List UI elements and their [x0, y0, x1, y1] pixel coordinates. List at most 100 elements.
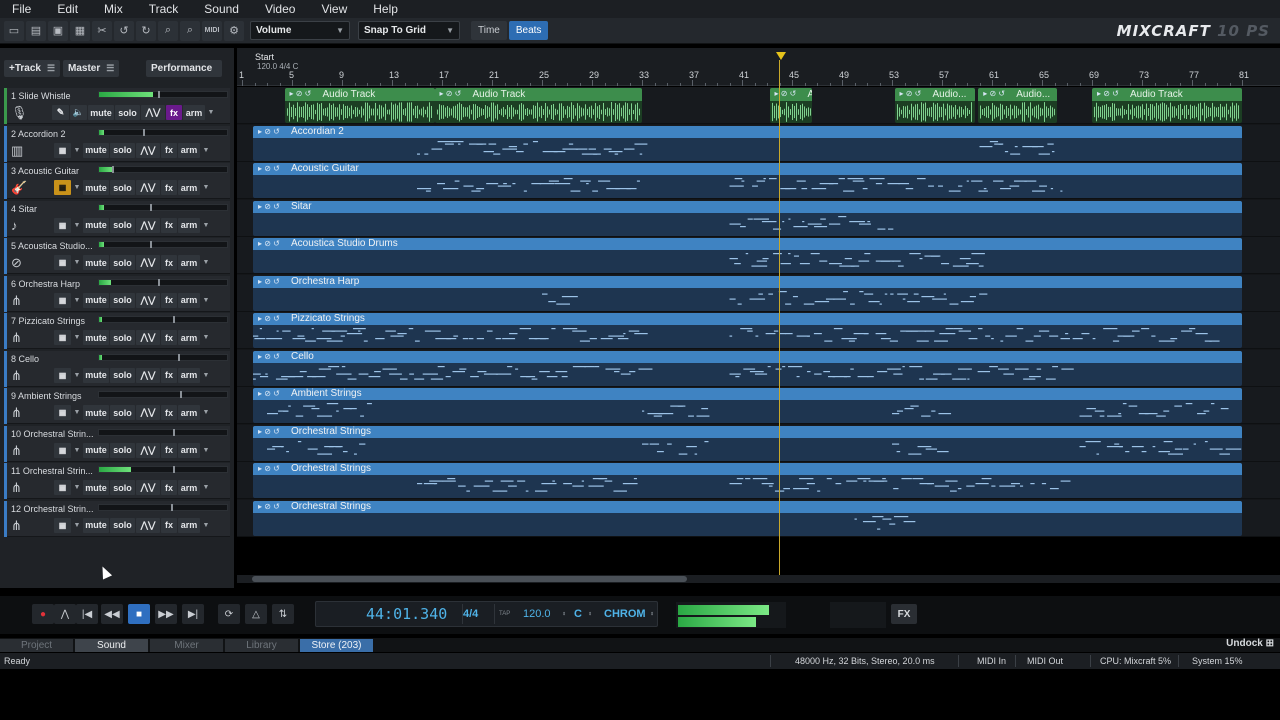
- automation-icon[interactable]: ⋀⋁: [136, 180, 160, 195]
- midi-icon[interactable]: MIDI: [202, 20, 222, 41]
- track-name[interactable]: 6 Orchestra Harp: [11, 279, 93, 289]
- track-header-5[interactable]: 5 Acoustica Studio... ⊘ ▦ ▼ mute solo ⋀⋁…: [4, 238, 230, 274]
- solo-button[interactable]: solo: [110, 367, 135, 383]
- cut-icon[interactable]: ✂: [92, 20, 112, 41]
- open-icon[interactable]: ▤: [26, 20, 46, 41]
- track-name[interactable]: 8 Cello: [11, 354, 93, 364]
- instrument-editor-button[interactable]: ▦: [54, 180, 71, 195]
- mute-button[interactable]: mute: [83, 180, 109, 195]
- mute-button[interactable]: mute: [83, 517, 109, 533]
- scale-display[interactable]: CHROM: [604, 602, 646, 626]
- timeline-ruler[interactable]: Start 120.0 4/4 C 1 5 9 13 17 21 25 29 33 37 41 45 4…: [237, 48, 1280, 86]
- clip-header[interactable]: [253, 388, 1242, 400]
- metronome-icon[interactable]: △: [245, 604, 267, 624]
- menu-edit[interactable]: Edit: [44, 2, 91, 16]
- track-name[interactable]: 1 Slide Whistle: [11, 91, 93, 101]
- track-name[interactable]: 11 Orchestral Strin...: [11, 466, 93, 476]
- key-stepper-icon[interactable]: ⬍: [588, 602, 592, 626]
- loop-icon[interactable]: ⟳: [218, 604, 240, 624]
- volume-slider-handle[interactable]: [157, 91, 160, 98]
- master-fx-button[interactable]: FX: [891, 604, 917, 624]
- automation-icon[interactable]: ⋀⋁: [141, 105, 165, 120]
- chevron-down-icon[interactable]: ▼: [72, 405, 82, 420]
- track-lane-12[interactable]: ▸ ⊘ ↺ Orchestral Strings: [237, 499, 1280, 537]
- fx-button[interactable]: fx: [161, 142, 177, 158]
- chevron-down-icon[interactable]: ▼: [201, 143, 211, 158]
- record-button[interactable]: ●: [32, 604, 54, 624]
- tap-label[interactable]: TAP: [499, 602, 510, 626]
- track-name[interactable]: 12 Orchestral Strin...: [11, 504, 93, 514]
- audio-clip[interactable]: ▸ ⊘ ↺ Audio...: [978, 88, 1057, 123]
- clip-header[interactable]: [253, 200, 1242, 213]
- save-as-icon[interactable]: ▦: [70, 20, 90, 41]
- chevron-down-icon[interactable]: ▼: [201, 518, 211, 533]
- instrument-editor-button[interactable]: ▦: [54, 517, 71, 533]
- mute-button[interactable]: mute: [83, 142, 109, 158]
- menu-view[interactable]: View: [308, 2, 360, 16]
- clip-controls-icon[interactable]: ▸ ⊘ ↺: [900, 88, 922, 100]
- fx-button[interactable]: fx: [166, 105, 182, 120]
- fx-button[interactable]: fx: [161, 217, 177, 233]
- clip-controls-icon[interactable]: ▸ ⊘ ↺: [258, 463, 280, 475]
- mute-button[interactable]: mute: [88, 105, 114, 120]
- track-header-9[interactable]: 9 Ambient Strings ⋔ ▦ ▼ mute solo ⋀⋁ fx …: [4, 388, 230, 424]
- track-header-8[interactable]: 8 Cello ⋔ ▦ ▼ mute solo ⋀⋁ fx arm ▼: [4, 350, 230, 387]
- arm-button[interactable]: arm: [178, 255, 200, 270]
- speaker-icon[interactable]: 🔈: [70, 105, 87, 120]
- instrument-editor-button[interactable]: ▦: [54, 217, 71, 233]
- time-display[interactable]: 44:01.340: [366, 602, 447, 626]
- new-icon[interactable]: ▭: [4, 20, 24, 41]
- clip-header[interactable]: [253, 163, 1242, 175]
- chevron-down-icon[interactable]: ▼: [201, 330, 211, 345]
- clip-header[interactable]: [253, 238, 1242, 250]
- automation-button[interactable]: ⋀: [54, 604, 76, 624]
- add-track-button[interactable]: +Track ☰: [4, 60, 60, 77]
- volume-slider-handle[interactable]: [173, 316, 176, 323]
- track-lane-3[interactable]: ▸ ⊘ ↺ Acoustic Guitar: [237, 162, 1280, 199]
- arm-button[interactable]: arm: [178, 217, 200, 233]
- instrument-editor-button[interactable]: ▦: [54, 292, 71, 308]
- track-lane-2[interactable]: ▸ ⊘ ↺ Accordian 2: [237, 124, 1280, 162]
- arm-button[interactable]: arm: [178, 367, 200, 383]
- track-lane-4[interactable]: ▸ ⊘ ↺ Sitar: [237, 199, 1280, 237]
- track-header-1[interactable]: 1 Slide Whistle 🎙 ✎ 🔈 mute solo ⋀⋁ fx ar…: [4, 88, 230, 124]
- tab-library[interactable]: Library: [225, 639, 298, 652]
- clip-header[interactable]: [253, 350, 1242, 363]
- clip-controls-icon[interactable]: ▸ ⊘ ↺: [440, 88, 462, 100]
- beats-toggle[interactable]: Beats: [508, 21, 549, 40]
- midi-clip[interactable]: ▸ ⊘ ↺ Orchestral Strings: [253, 463, 1242, 498]
- tempo-display[interactable]: 120.0: [523, 602, 551, 626]
- time-signature[interactable]: 4/4: [463, 602, 478, 626]
- fast-forward-button[interactable]: ▶▶: [155, 604, 177, 624]
- solo-button[interactable]: solo: [110, 517, 135, 533]
- go-to-end-button[interactable]: ▶|: [182, 604, 204, 624]
- automation-icon[interactable]: ⋀⋁: [136, 442, 160, 458]
- volume-slider-handle[interactable]: [173, 428, 176, 436]
- parameter-dropdown[interactable]: Volume ▼: [250, 21, 350, 40]
- fx-button[interactable]: fx: [161, 442, 177, 458]
- menu-mix[interactable]: Mix: [91, 2, 136, 16]
- midi-clip[interactable]: ▸ ⊘ ↺ Accordian 2: [253, 125, 1242, 161]
- fx-button[interactable]: fx: [161, 255, 177, 270]
- violin-icon[interactable]: ⋔: [11, 518, 29, 534]
- arm-button[interactable]: arm: [178, 405, 200, 420]
- clip-header[interactable]: [434, 88, 642, 101]
- track-lane-11[interactable]: ▸ ⊘ ↺ Orchestral Strings: [237, 462, 1280, 499]
- automation-icon[interactable]: ⋀⋁: [136, 480, 160, 495]
- solo-button[interactable]: solo: [110, 180, 135, 195]
- mute-button[interactable]: mute: [83, 442, 109, 458]
- settings-icon[interactable]: ⚙: [224, 20, 244, 41]
- midi-clip[interactable]: ▸ ⊘ ↺ Pizzicato Strings: [253, 313, 1242, 348]
- fx-button[interactable]: fx: [161, 330, 177, 345]
- automation-icon[interactable]: ⋀⋁: [136, 142, 160, 158]
- automation-icon[interactable]: ⋀⋁: [136, 517, 160, 533]
- instrument-editor-button[interactable]: ▦: [54, 367, 71, 383]
- chevron-down-icon[interactable]: ▼: [201, 443, 211, 458]
- track-volume-meter[interactable]: [98, 391, 228, 398]
- clip-header[interactable]: [253, 125, 1242, 138]
- track-name[interactable]: 7 Pizzicato Strings: [11, 316, 93, 326]
- zoom-out-icon[interactable]: ⌕: [180, 20, 200, 41]
- track-name[interactable]: 2 Accordion 2: [11, 129, 93, 139]
- automation-icon[interactable]: ⋀⋁: [136, 217, 160, 233]
- chevron-down-icon[interactable]: ▼: [72, 518, 82, 533]
